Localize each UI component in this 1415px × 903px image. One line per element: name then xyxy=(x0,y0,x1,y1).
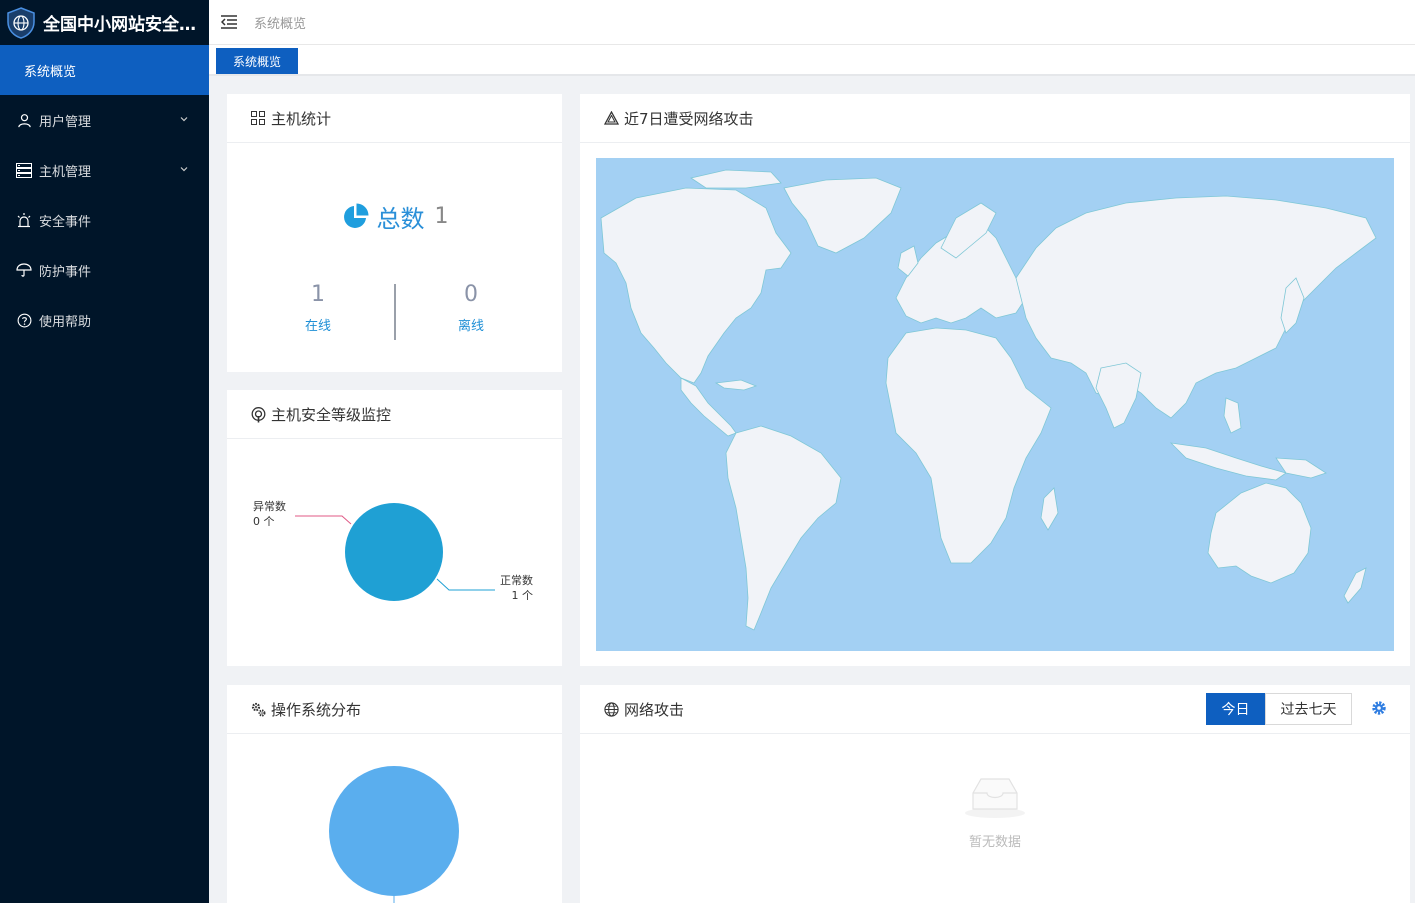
broadcast-icon xyxy=(251,406,266,422)
card-title: 近7日遭受网络攻击 xyxy=(624,109,754,128)
card-title: 主机安全等级监控 xyxy=(271,405,392,424)
offline-value: 0 xyxy=(464,282,478,307)
host-stats-card: 主机统计 总数 1 1 在线 0 离线 xyxy=(227,94,562,372)
normal-leader-line xyxy=(436,578,495,591)
shield-logo-icon xyxy=(7,6,35,39)
os-distribution-card: 操作系统分布 xyxy=(227,685,562,903)
sidebar-item-protection-events[interactable]: 防护事件 xyxy=(0,245,209,295)
sidebar-item-host-management[interactable]: 主机管理 xyxy=(0,145,209,195)
normal-label-text: 正常数 xyxy=(500,574,533,587)
sidebar-item-security-events[interactable]: 安全事件 xyxy=(0,195,209,245)
menu-fold-icon[interactable] xyxy=(221,15,237,29)
sidebar-item-user-management[interactable]: 用户管理 xyxy=(0,95,209,145)
grid-icon xyxy=(251,110,266,126)
security-level-card: 主机安全等级监控 异常数 0 个 正常数 1 个 xyxy=(227,390,562,666)
card-header: 主机安全等级监控 xyxy=(227,390,562,439)
pie-chart-icon xyxy=(343,203,368,228)
pie-slice-os xyxy=(329,766,459,896)
card-header: 近7日遭受网络攻击 xyxy=(580,94,1410,143)
sidebar-item-help[interactable]: 使用帮助 xyxy=(0,295,209,345)
card-title: 网络攻击 xyxy=(624,700,685,719)
normal-value-text: 1 个 xyxy=(511,589,534,602)
empty-text: 暂无数据 xyxy=(968,835,1021,850)
online-label[interactable]: 在线 xyxy=(258,315,378,334)
alarm-icon xyxy=(16,212,32,228)
card-header: 操作系统分布 xyxy=(227,685,562,734)
offline-label[interactable]: 离线 xyxy=(411,315,531,334)
online-stat: 1 在线 xyxy=(258,282,378,334)
total-value: 1 xyxy=(434,204,449,229)
past-seven-days-button[interactable]: 过去七天 xyxy=(1265,693,1352,725)
sidebar: 全国中小网站安全防... 系统概览 用户管理 主机管理 安全事件 防护事件 使用 xyxy=(0,0,209,903)
empty-state: 暂无数据 xyxy=(580,775,1410,850)
os-pie-chart[interactable] xyxy=(227,734,562,903)
abnormal-label: 异常数 0 个 xyxy=(253,499,286,529)
world-map[interactable] xyxy=(596,158,1394,651)
time-range-toggle: 今日 过去七天 xyxy=(1206,693,1352,725)
sidebar-item-label: 安全事件 xyxy=(39,214,92,230)
server-icon xyxy=(16,162,32,178)
card-title: 操作系统分布 xyxy=(271,700,362,719)
tab-overview[interactable]: 系统概览 xyxy=(216,48,298,74)
abnormal-value-text: 0 个 xyxy=(253,515,275,528)
attack-map-card: 近7日遭受网络攻击 xyxy=(580,94,1410,666)
abnormal-leader-line xyxy=(295,515,352,525)
tab-bar: 系统概览 xyxy=(209,45,1415,76)
chevron-down-icon xyxy=(180,117,188,122)
divider xyxy=(394,284,396,340)
gears-icon xyxy=(251,702,266,717)
normal-label: 正常数 1 个 xyxy=(500,573,533,603)
pie-slice-normal xyxy=(345,503,443,601)
card-header: 主机统计 xyxy=(227,94,562,143)
logo[interactable]: 全国中小网站安全防... xyxy=(0,0,209,45)
sidebar-item-label: 系统概览 xyxy=(24,64,77,80)
today-button[interactable]: 今日 xyxy=(1206,693,1265,725)
total-count: 总数 1 xyxy=(227,199,562,234)
sidebar-item-label: 用户管理 xyxy=(39,114,92,130)
sidebar-item-label: 使用帮助 xyxy=(39,314,92,330)
chevron-down-icon xyxy=(180,167,188,172)
network-attack-card: 网络攻击 今日 过去七天 暂无数据 xyxy=(580,685,1410,903)
sidebar-item-overview[interactable]: 系统概览 xyxy=(0,45,209,95)
globe-icon xyxy=(604,701,619,717)
empty-inbox-icon xyxy=(965,778,1025,818)
settings-gear-icon[interactable] xyxy=(1371,700,1387,716)
sidebar-item-label: 主机管理 xyxy=(39,164,92,180)
top-header: 系统概览 xyxy=(209,0,1415,45)
offline-stat: 0 离线 xyxy=(411,282,531,334)
abnormal-label-text: 异常数 xyxy=(253,500,286,513)
security-pie-chart[interactable] xyxy=(227,439,562,666)
help-icon xyxy=(16,312,32,328)
warning-icon xyxy=(604,110,619,126)
online-value: 1 xyxy=(311,282,325,307)
breadcrumb[interactable]: 系统概览 xyxy=(254,13,306,32)
user-icon xyxy=(16,112,32,128)
umbrella-icon xyxy=(16,262,32,278)
card-title: 主机统计 xyxy=(271,109,332,128)
app-title: 全国中小网站安全防... xyxy=(43,15,208,35)
sidebar-item-label: 防护事件 xyxy=(39,264,92,280)
total-label: 总数 xyxy=(376,205,425,233)
